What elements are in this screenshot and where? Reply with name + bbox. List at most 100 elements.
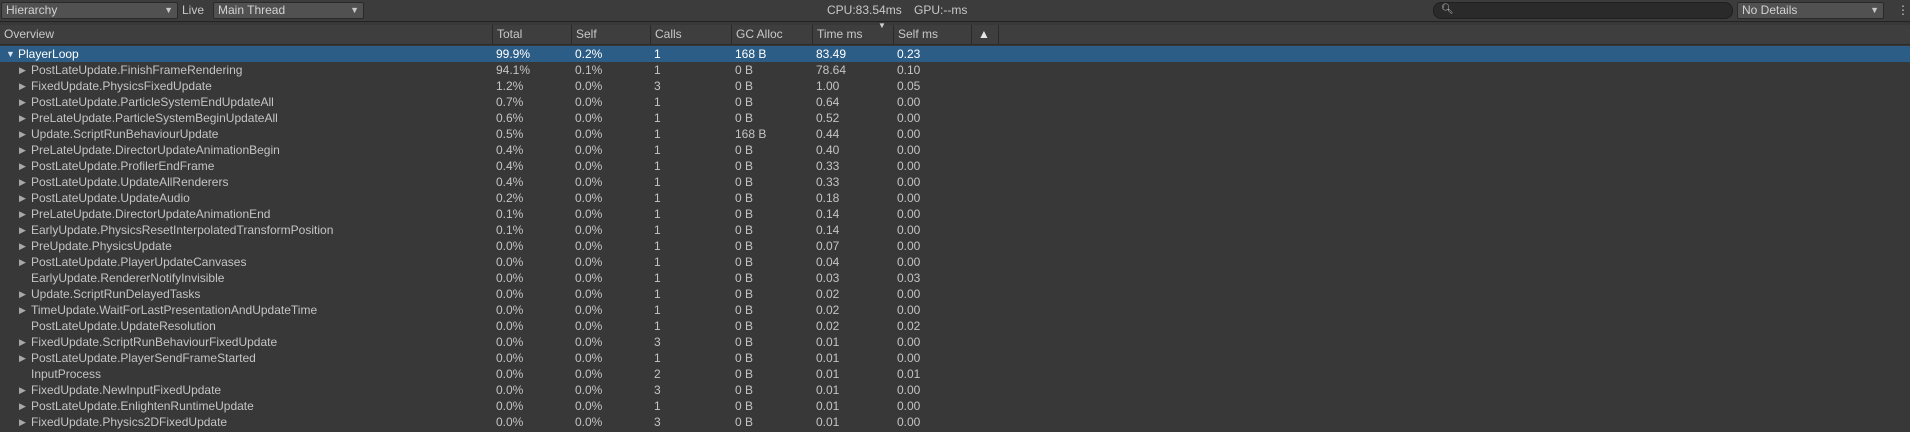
cell-self: 0.2% [575, 47, 603, 61]
expand-arrow-right-icon[interactable]: ▶ [19, 94, 26, 110]
search-field[interactable]: 🔍︎ [1433, 2, 1733, 19]
cell-self-ms: 0.10 [897, 63, 921, 77]
cell-calls: 1 [654, 399, 661, 413]
column-gc-alloc[interactable]: GC Alloc [731, 25, 812, 44]
table-row[interactable]: ▶ FixedUpdate.Physics2DFixedUpdate 0.0% 0.0… [0, 414, 1910, 430]
cell-self: 0.0% [575, 415, 603, 429]
cell-gc-alloc: 0 B [735, 239, 754, 253]
cell-self: 0.0% [575, 111, 603, 125]
cell-total: 0.0% [496, 271, 524, 285]
cell-calls: 3 [654, 415, 661, 429]
column-self[interactable]: Self [571, 25, 650, 44]
cell-self: 0.0% [575, 159, 603, 173]
column-self-ms[interactable]: Self ms [893, 25, 971, 44]
table-row[interactable]: ▶ EarlyUpdate.PhysicsResetInterpolatedTra… [0, 222, 1910, 238]
cell-name: PostLateUpdate.PlayerSendFrameStarted [31, 351, 256, 365]
expand-arrow-right-icon[interactable]: ▶ [19, 238, 26, 254]
view-mode-value: Hierarchy [6, 3, 58, 17]
cell-self-ms: 0.00 [897, 239, 921, 253]
column-calls[interactable]: Calls [650, 25, 731, 44]
table-row[interactable]: ▶ PostLateUpdate.ProfilerEndFrame 0.4% 0.0%… [0, 158, 1910, 174]
table-row[interactable]: ▶ PreLateUpdate.DirectorUpdateAnimationBe… [0, 142, 1910, 158]
column-header: Overview Total Self Calls GC Alloc Time … [0, 21, 1910, 45]
table-row[interactable]: ▶ PostLateUpdate.UpdateAudio 0.2% 0.0% 1 0 B 0… [0, 190, 1910, 206]
expand-arrow-right-icon[interactable]: ▶ [19, 414, 26, 430]
cell-self: 0.0% [575, 79, 603, 93]
table-row[interactable]: ▶ PreUpdate.PhysicsUpdate 0.0% 0.0% 1 0 B 0.07… [0, 238, 1910, 254]
table-row[interactable]: ▶ PostLateUpdate.PlayerSendFrameStarted 0.… [0, 350, 1910, 366]
expand-arrow-right-icon[interactable]: ▶ [19, 286, 26, 302]
cell-time-ms: 0.01 [816, 383, 840, 397]
cell-name: FixedUpdate.Physics2DFixedUpdate [31, 415, 228, 429]
table-row[interactable]: ▶ PostLateUpdate.PlayerUpdateCanvases 0.0%… [0, 254, 1910, 270]
cell-calls: 1 [654, 271, 661, 285]
table-row[interactable]: ▶ Update.ScriptRunDelayedTasks 0.0% 0.0% 1 0 … [0, 286, 1910, 302]
cell-calls: 1 [654, 143, 661, 157]
cell-calls: 1 [654, 255, 661, 269]
cell-total: 0.0% [496, 351, 524, 365]
table-row[interactable]: ▶ PostLateUpdate.ParticleSystemEndUpdateA… [0, 94, 1910, 110]
cell-total: 0.2% [496, 191, 524, 205]
table-row[interactable]: ▶ PreLateUpdate.DirectorUpdateAnimationEn… [0, 206, 1910, 222]
table-row[interactable]: InputProcess 0.0% 0.0% 2 0 B 0.01 0.01 [0, 366, 1910, 382]
expand-arrow-right-icon[interactable]: ▶ [19, 222, 26, 238]
cell-calls: 1 [654, 159, 661, 173]
expand-arrow-right-icon[interactable]: ▶ [19, 302, 26, 318]
expand-arrow-right-icon[interactable]: ▶ [19, 142, 26, 158]
cell-total: 0.4% [496, 143, 524, 157]
table-row[interactable]: ▶ FixedUpdate.NewInputFixedUpdate 0.0% 0.0%… [0, 382, 1910, 398]
sort-descending-icon: ▼ [878, 21, 886, 30]
table-row[interactable]: ▶ FixedUpdate.ScriptRunBehaviourFixedUpda… [0, 334, 1910, 350]
expand-arrow-right-icon[interactable]: ▶ [19, 62, 26, 78]
view-mode-dropdown[interactable]: Hierarchy ▼ [1, 2, 178, 19]
table-row[interactable]: ▶ PostLateUpdate.FinishFrameRendering 94.1… [0, 62, 1910, 78]
expand-arrow-right-icon[interactable]: ▶ [19, 110, 26, 126]
cell-total: 0.0% [496, 303, 524, 317]
table-row[interactable]: PostLateUpdate.UpdateResolution 0.0% 0.0% 1… [0, 318, 1910, 334]
cell-time-ms: 0.44 [816, 127, 840, 141]
expand-arrow-right-icon[interactable]: ▶ [19, 78, 26, 94]
more-options-icon[interactable]: ⋮ [1897, 2, 1909, 19]
expand-arrow-right-icon[interactable]: ▶ [19, 206, 26, 222]
expand-arrow-right-icon[interactable]: ▶ [19, 254, 26, 270]
expand-arrow-right-icon[interactable]: ▶ [19, 398, 26, 414]
thread-value: Main Thread [218, 3, 286, 17]
table-row[interactable]: ▶ TimeUpdate.WaitForLastPresentationAndUp… [0, 302, 1910, 318]
expand-arrow-down-icon[interactable]: ▼ [6, 46, 15, 62]
cell-self: 0.0% [575, 303, 603, 317]
cell-time-ms: 0.14 [816, 207, 840, 221]
table-row[interactable]: EarlyUpdate.RendererNotifyInvisible 0.0% 0… [0, 270, 1910, 286]
expand-arrow-right-icon[interactable]: ▶ [19, 126, 26, 142]
table-row[interactable]: ▶ PostLateUpdate.EnlightenRuntimeUpdate 0.… [0, 398, 1910, 414]
cell-name: PostLateUpdate.EnlightenRuntimeUpdate [31, 399, 254, 413]
expand-arrow-right-icon[interactable]: ▶ [19, 174, 26, 190]
cell-total: 0.1% [496, 223, 524, 237]
cell-name: PostLateUpdate.FinishFrameRendering [31, 63, 243, 77]
column-warnings[interactable]: ▲ [971, 25, 999, 44]
search-icon: 🔍︎ [1441, 4, 1454, 15]
column-total[interactable]: Total [492, 25, 571, 44]
expand-arrow-right-icon[interactable]: ▶ [19, 382, 26, 398]
cell-time-ms: 0.18 [816, 191, 840, 205]
cell-calls: 1 [654, 319, 661, 333]
expand-arrow-right-icon[interactable]: ▶ [19, 350, 26, 366]
expand-arrow-right-icon[interactable]: ▶ [19, 334, 26, 350]
cell-calls: 1 [654, 351, 661, 365]
cell-gc-alloc: 0 B [735, 399, 754, 413]
table-row[interactable]: ▶ Update.ScriptRunBehaviourUpdate 0.5% 0.0%… [0, 126, 1910, 142]
cell-calls: 1 [654, 303, 661, 317]
table-row[interactable]: ▶ PreLateUpdate.ParticleSystemBeginUpdate… [0, 110, 1910, 126]
table-row[interactable]: ▶ FixedUpdate.PhysicsFixedUpdate 1.2% 0.0% 3… [0, 78, 1910, 94]
cell-name: Update.ScriptRunBehaviourUpdate [31, 127, 219, 141]
cell-self: 0.0% [575, 95, 603, 109]
expand-arrow-right-icon[interactable]: ▶ [19, 190, 26, 206]
expand-arrow-right-icon[interactable]: ▶ [19, 158, 26, 174]
cell-gc-alloc: 0 B [735, 191, 754, 205]
live-toggle[interactable]: Live [182, 2, 204, 19]
column-overview[interactable]: Overview [0, 25, 492, 44]
cell-total: 0.7% [496, 95, 524, 109]
details-dropdown[interactable]: No Details ▼ [1737, 2, 1884, 19]
thread-dropdown[interactable]: Main Thread ▼ [213, 2, 364, 19]
table-row[interactable]: ▶ PostLateUpdate.UpdateAllRenderers 0.4% 0.… [0, 174, 1910, 190]
table-row[interactable]: ▼ PlayerLoop 99.9% 0.2% 1 168 B 83.49 0.23 [0, 46, 1910, 62]
